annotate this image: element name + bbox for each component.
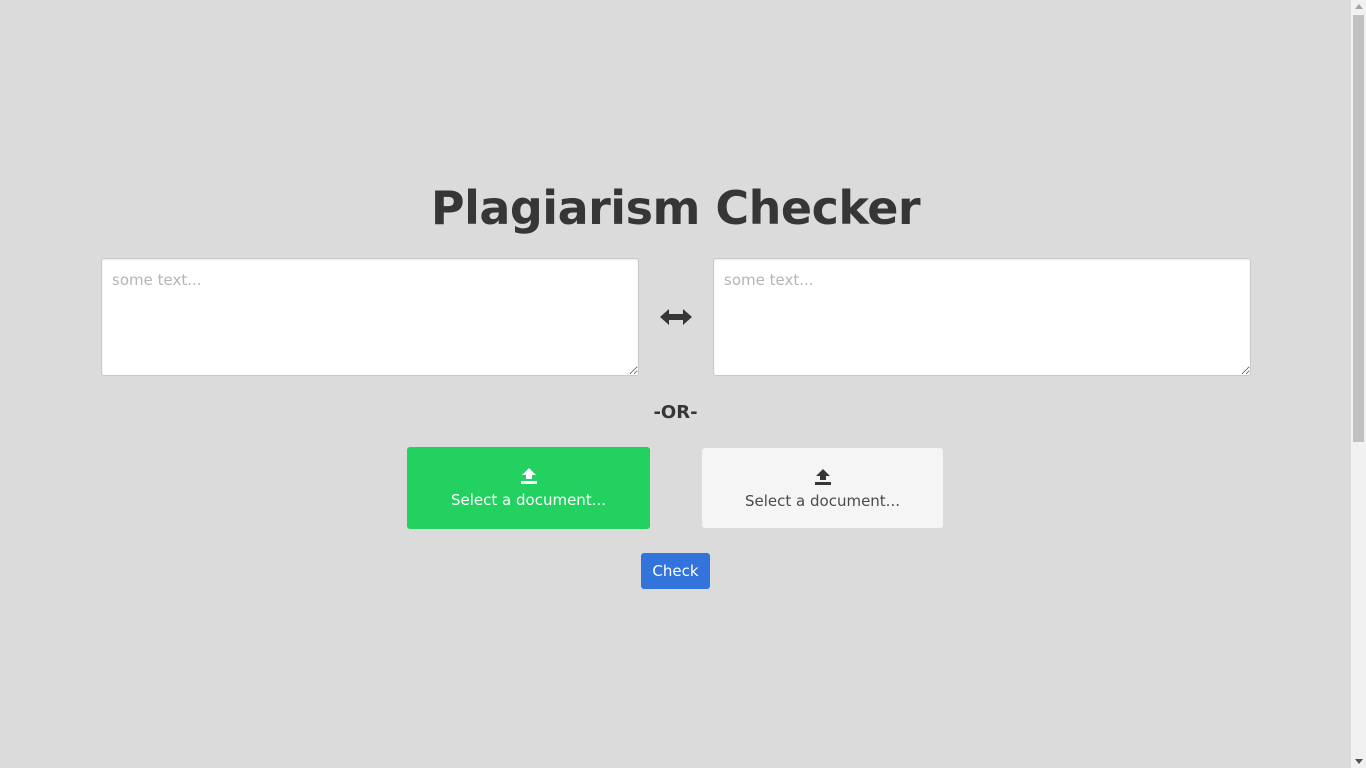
text-input-right[interactable]: [713, 258, 1251, 376]
or-divider: -OR-: [653, 402, 698, 423]
text-input-left[interactable]: [101, 258, 639, 376]
upload-icon: [814, 469, 831, 485]
upload-document-left-button[interactable]: Select a document...: [407, 447, 650, 529]
scroll-up-icon[interactable]: [1355, 4, 1363, 9]
scroll-down-icon[interactable]: [1355, 759, 1363, 764]
page-title: Plagiarism Checker: [430, 181, 921, 235]
page: Plagiarism Checker -OR- Select a documen…: [0, 0, 1351, 768]
upload-icon: [520, 468, 537, 484]
upload-label-right: Select a document...: [745, 492, 900, 510]
upload-document-right-button[interactable]: Select a document...: [702, 448, 943, 528]
vertical-scrollbar[interactable]: [1351, 0, 1366, 768]
left-right-arrow-icon: [660, 309, 692, 325]
check-button[interactable]: Check: [641, 553, 710, 589]
scrollbar-thumb[interactable]: [1353, 15, 1364, 442]
upload-label-left: Select a document...: [451, 491, 606, 509]
